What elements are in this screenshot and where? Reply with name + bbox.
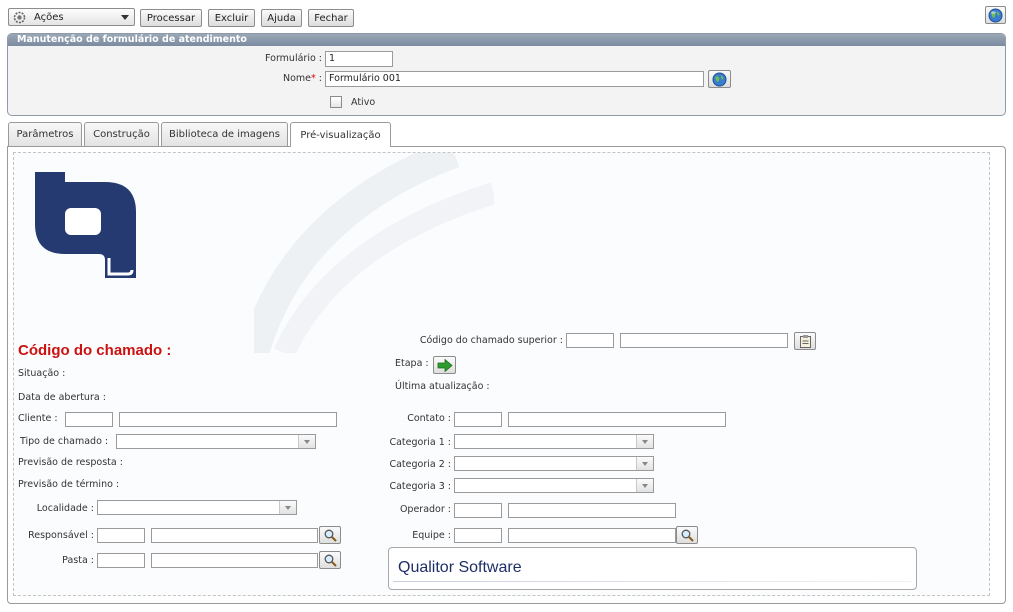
ticket-type-label: Tipo de chamado : xyxy=(20,436,109,447)
tab-parameters[interactable]: Parâmetros xyxy=(8,122,82,146)
team-code-field[interactable] xyxy=(454,528,502,543)
client-label: Cliente : xyxy=(18,413,58,424)
form-label: Formulário : xyxy=(265,53,322,64)
form-number-field[interactable]: 1 xyxy=(325,51,393,67)
team-search-button[interactable] xyxy=(676,526,698,544)
stage-label: Etapa : xyxy=(395,358,429,369)
operator-name-field[interactable] xyxy=(508,503,676,518)
client-name-field[interactable] xyxy=(119,412,337,427)
close-button[interactable]: Fechar xyxy=(308,9,354,27)
search-icon xyxy=(324,554,337,567)
actions-select[interactable]: Ações xyxy=(8,8,135,26)
name-field[interactable]: Formulário 001 xyxy=(325,71,704,87)
tab-label: Construção xyxy=(93,129,150,140)
globe-icon xyxy=(988,8,1003,22)
client-code-field[interactable] xyxy=(65,412,113,427)
parent-ticket-name-field[interactable] xyxy=(620,333,788,348)
folder-name-field[interactable] xyxy=(151,553,318,568)
chevron-down-icon xyxy=(636,457,653,470)
required-marker: * xyxy=(311,73,316,84)
chevron-down-icon xyxy=(636,479,653,492)
parent-ticket-code-field[interactable] xyxy=(566,333,614,348)
ticket-type-select[interactable] xyxy=(116,434,316,449)
brand-box: Qualitor Software xyxy=(388,547,917,590)
contact-label: Contato : xyxy=(407,413,451,424)
location-label: Localidade : xyxy=(36,503,94,514)
clipboard-icon xyxy=(800,335,811,348)
tab-image-library[interactable]: Biblioteca de imagens xyxy=(161,122,288,146)
folder-label: Pasta : xyxy=(62,555,94,566)
parent-ticket-label: Código do chamado superior : xyxy=(419,335,563,346)
status-label: Situação : xyxy=(18,368,66,379)
process-button[interactable]: Processar xyxy=(140,9,202,27)
chevron-down-icon xyxy=(279,501,296,514)
brand-divider xyxy=(393,581,912,582)
operator-code-field[interactable] xyxy=(454,503,502,518)
name-label: Nome* : xyxy=(220,73,322,85)
tab-label: Biblioteca de imagens xyxy=(169,129,280,140)
tab-preview[interactable]: Pré-visualização xyxy=(290,122,391,147)
location-select[interactable] xyxy=(97,500,297,515)
team-name-field[interactable] xyxy=(508,528,676,543)
folder-search-button[interactable] xyxy=(319,551,341,569)
gear-icon xyxy=(13,11,26,24)
responsible-search-button[interactable] xyxy=(319,526,341,544)
active-checkbox[interactable] xyxy=(330,96,342,108)
folder-code-field[interactable] xyxy=(97,553,145,568)
globe-icon xyxy=(712,72,727,86)
search-icon xyxy=(681,529,694,542)
responsible-label: Responsável : xyxy=(28,530,94,541)
chevron-down-icon xyxy=(121,15,129,20)
actions-label: Ações xyxy=(34,12,64,23)
contact-code-field[interactable] xyxy=(454,412,502,427)
search-icon xyxy=(324,529,337,542)
category2-label: Categoria 2 : xyxy=(389,459,451,470)
tab-construction[interactable]: Construção xyxy=(84,122,159,146)
watermark-graphic xyxy=(254,153,494,353)
category2-select[interactable] xyxy=(454,456,654,471)
last-update-label: Última atualização : xyxy=(395,381,490,392)
delete-button[interactable]: Excluir xyxy=(208,9,255,27)
active-label: Ativo xyxy=(351,97,376,108)
category3-label: Categoria 3 : xyxy=(389,481,451,492)
stage-next-button[interactable] xyxy=(433,356,456,374)
chevron-down-icon xyxy=(298,435,315,448)
language-button[interactable] xyxy=(985,6,1006,24)
parent-ticket-button[interactable] xyxy=(794,332,816,350)
category1-select[interactable] xyxy=(454,434,654,449)
translate-button[interactable] xyxy=(708,70,731,88)
panel-header: Manutenção de formulário de atendimento xyxy=(8,34,1005,46)
chevron-down-icon xyxy=(636,435,653,448)
help-button[interactable]: Ajuda xyxy=(261,9,302,27)
end-forecast-label: Previsão de término : xyxy=(18,479,120,490)
responsible-code-field[interactable] xyxy=(97,528,145,543)
category1-label: Categoria 1 : xyxy=(389,437,451,448)
team-label: Equipe : xyxy=(412,530,451,541)
ticket-code-title: Código do chamado : xyxy=(18,342,172,359)
category3-select[interactable] xyxy=(454,478,654,493)
name-label-colon: : xyxy=(318,73,322,84)
arrow-right-icon xyxy=(437,359,453,372)
brand-text: Qualitor Software xyxy=(398,559,522,576)
tab-label: Parâmetros xyxy=(16,129,74,140)
name-label-text: Nome xyxy=(282,73,312,84)
tab-label: Pré-visualização xyxy=(300,129,381,141)
panel-title: Manutenção de formulário de atendimento xyxy=(17,34,247,45)
responsible-name-field[interactable] xyxy=(151,528,318,543)
response-forecast-label: Previsão de resposta : xyxy=(18,457,123,468)
contact-name-field[interactable] xyxy=(508,412,726,427)
operator-label: Operador : xyxy=(399,504,451,515)
logo-icon xyxy=(35,172,136,278)
open-date-label: Data de abertura : xyxy=(18,392,106,403)
